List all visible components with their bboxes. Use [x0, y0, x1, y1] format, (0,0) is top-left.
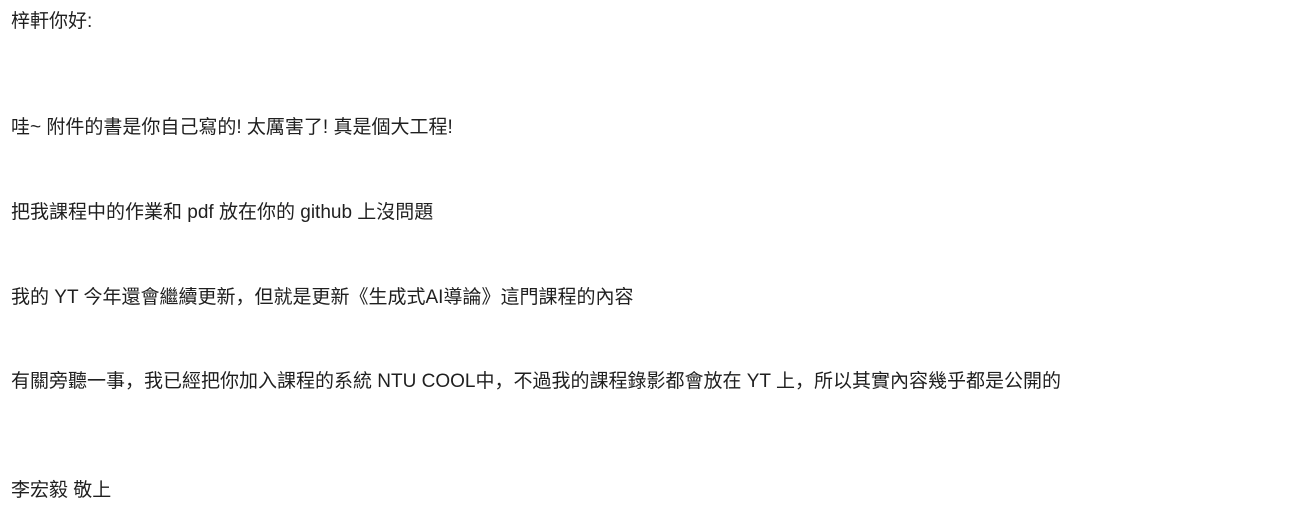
greeting: 梓軒你好: [11, 11, 93, 32]
signature: 李宏毅 敬上 [11, 480, 112, 501]
paragraph-github-permission: 把我課程中的作業和 pdf 放在你的 github 上沒問題 [11, 202, 434, 223]
paragraph-course-audit: 有關旁聽一事，我已經把你加入課程的系統 NTU COOL中，不過我的課程錄影都會… [11, 371, 1061, 392]
paragraph-book-praise: 哇~ 附件的書是你自己寫的! 太厲害了! 真是個大工程! [11, 117, 453, 138]
paragraph-youtube-update: 我的 YT 今年還會繼續更新，但就是更新《生成式AI導論》這門課程的內容 [11, 287, 634, 308]
